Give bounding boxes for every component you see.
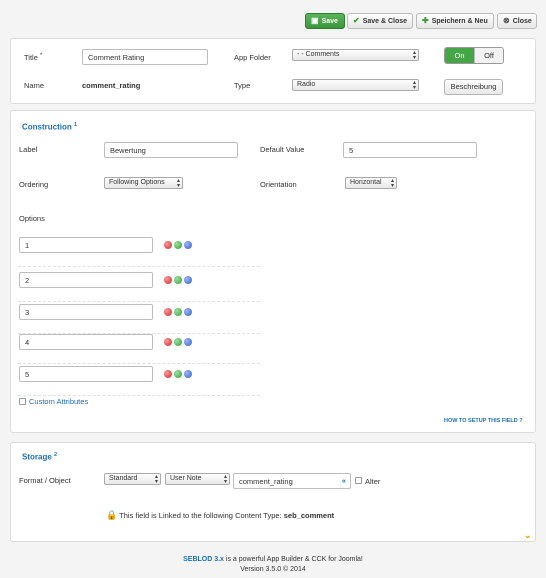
option-row: 5	[18, 366, 260, 396]
storage-object-select[interactable]: User Note ▴ ▾	[165, 473, 230, 485]
close-button[interactable]: ⊗ Close	[497, 13, 537, 29]
setup-field-link[interactable]: HOW TO SETUP THIS FIELD ?	[444, 418, 523, 424]
orientation-label: Orientation	[260, 180, 297, 189]
remove-option-icon[interactable]	[164, 276, 172, 284]
options-label: Options	[19, 214, 45, 223]
add-option-icon[interactable]	[174, 338, 182, 346]
default-value-input[interactable]: 5	[343, 142, 477, 158]
plus-icon: ✚	[422, 16, 429, 25]
format-object-label: Format / Object	[19, 476, 71, 485]
toggle-off[interactable]: Off	[474, 48, 503, 63]
select-arrows-icon: ▴ ▾	[412, 80, 416, 91]
field-header-panel: Title * Comment Rating Name comment_rati…	[10, 38, 536, 104]
move-option-icon[interactable]	[184, 276, 192, 284]
remove-option-icon[interactable]	[164, 241, 172, 249]
custom-attributes-link[interactable]: Custom Attributes	[29, 397, 88, 406]
add-option-icon[interactable]	[174, 241, 182, 249]
check-icon: ✔	[353, 16, 360, 25]
remove-option-icon[interactable]	[164, 338, 172, 346]
remove-option-icon[interactable]	[164, 370, 172, 378]
default-value-label: Default Value	[260, 145, 305, 154]
expand-chevron-icon[interactable]: ⌄	[524, 530, 532, 541]
close-icon: ⊗	[503, 16, 510, 25]
add-option-icon[interactable]	[174, 308, 182, 316]
move-option-icon[interactable]	[184, 338, 192, 346]
option-input[interactable]: 2	[19, 272, 153, 288]
select-arrows-icon: ▴ ▾	[412, 50, 416, 61]
published-toggle[interactable]: On Off	[444, 47, 504, 64]
save-close-label: Save & Close	[362, 17, 408, 25]
name-value: comment_rating	[82, 81, 141, 90]
add-option-icon[interactable]	[174, 276, 182, 284]
option-row: 4	[18, 334, 260, 364]
select-arrows-icon: ▴ ▾	[154, 474, 158, 485]
type-select[interactable]: Radio ▴ ▾	[292, 79, 419, 91]
title-label: Title *	[24, 53, 43, 62]
save-button[interactable]: ▣ Save	[305, 13, 345, 29]
option-row: 2	[18, 272, 260, 302]
field-picker-icon[interactable]: «	[342, 476, 346, 485]
alter-label: Alter	[365, 477, 381, 486]
select-arrows-icon: ▴ ▾	[390, 178, 394, 189]
save-new-label: Speichern & Neu	[431, 17, 488, 25]
title-input[interactable]: Comment Rating	[82, 49, 208, 65]
option-input[interactable]: 1	[19, 237, 153, 253]
orientation-select[interactable]: Horizontal ▴ ▾	[345, 177, 397, 189]
storage-panel: Storage 2 Format / Object Standard ▴ ▾ Us…	[10, 442, 536, 542]
storage-title: Storage 2	[22, 452, 58, 462]
select-arrows-icon: ▴ ▾	[223, 474, 227, 485]
seblod-link[interactable]: SEBLOD 3.x	[183, 556, 224, 563]
close-label: Close	[512, 17, 532, 25]
name-label: Name	[24, 81, 45, 90]
save-label: Save	[321, 17, 338, 25]
add-option-icon[interactable]	[174, 370, 182, 378]
move-option-icon[interactable]	[184, 370, 192, 378]
alter-checkbox[interactable]	[355, 477, 362, 484]
ordering-label: Ordering	[19, 180, 49, 189]
lock-icon: 🔒	[106, 510, 118, 520]
app-folder-select[interactable]: - - Comments ▴ ▾	[292, 49, 419, 61]
option-input[interactable]: 3	[19, 304, 153, 320]
option-row: 1	[18, 237, 260, 267]
type-label: Type	[234, 81, 251, 90]
option-input[interactable]: 4	[19, 334, 153, 350]
storage-format-select[interactable]: Standard ▴ ▾	[104, 473, 161, 485]
custom-attributes-checkbox[interactable]	[19, 398, 26, 405]
move-option-icon[interactable]	[184, 308, 192, 316]
option-row: 3	[18, 304, 260, 334]
linked-info: 🔒 This field is Linked to the following …	[106, 510, 335, 520]
save-new-button[interactable]: ✚ Speichern & Neu	[416, 13, 494, 29]
footer-tagline: SEBLOD 3.x is a powerful App Builder & C…	[183, 556, 363, 563]
label-input[interactable]: Bewertung	[104, 142, 238, 158]
move-option-icon[interactable]	[184, 241, 192, 249]
remove-option-icon[interactable]	[164, 308, 172, 316]
save-close-button[interactable]: ✔ Save & Close	[347, 13, 413, 29]
description-button[interactable]: Beschreibung	[444, 79, 503, 95]
option-input[interactable]: 5	[19, 366, 153, 382]
save-icon: ▣	[311, 16, 319, 25]
storage-field-input[interactable]: comment_rating «	[233, 473, 351, 489]
app-folder-label: App Folder	[234, 53, 271, 62]
construction-title: Construction 1	[22, 122, 78, 132]
toggle-on[interactable]: On	[445, 48, 474, 63]
label-label: Label	[19, 145, 38, 154]
ordering-select[interactable]: Following Options ▴ ▾	[104, 177, 183, 189]
footer-version: Version 3.5.0 © 2014	[240, 566, 306, 573]
select-arrows-icon: ▴ ▾	[176, 178, 180, 189]
